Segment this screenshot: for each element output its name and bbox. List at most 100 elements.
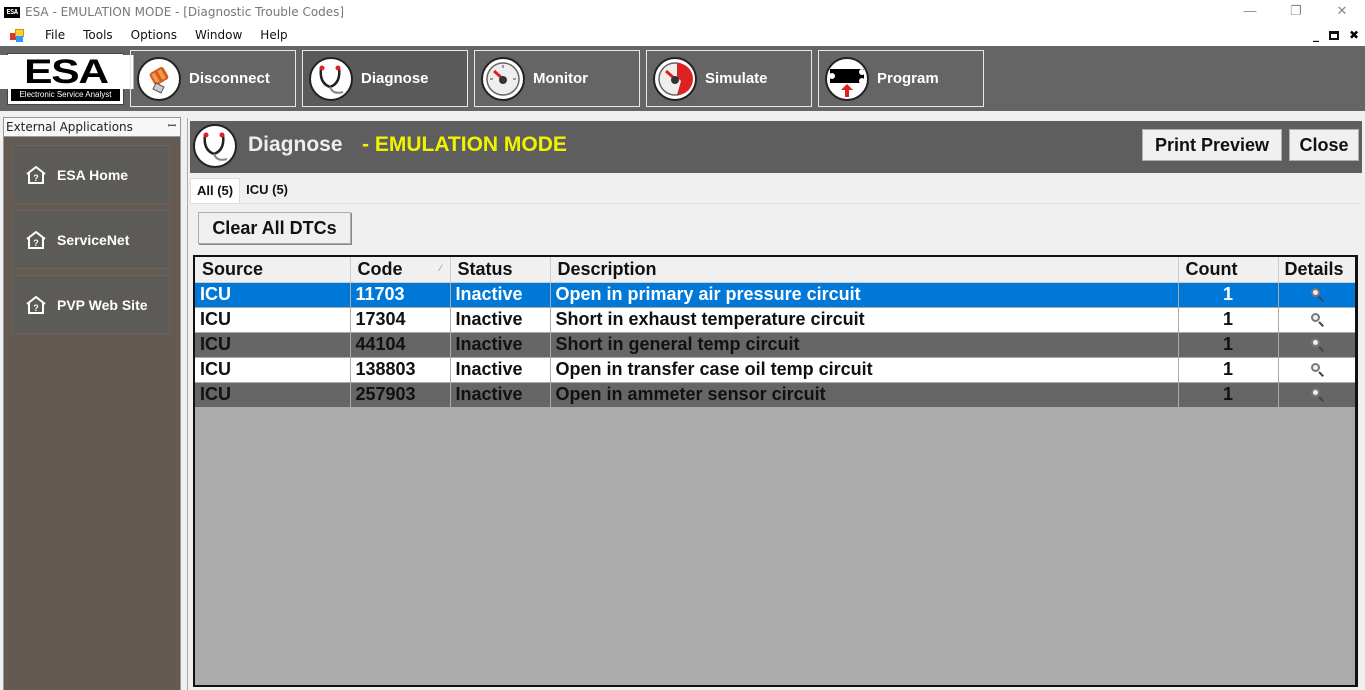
cell-source: ICU xyxy=(195,307,351,333)
main-toolbar: ESA Electronic Service Analyst Disconnec… xyxy=(0,46,1365,111)
cell-code: 11703 xyxy=(350,282,451,308)
monitor-label: Monitor xyxy=(533,70,588,87)
menu-bar: File Tools Options Window Help _ ✖ xyxy=(0,24,1365,46)
program-label: Program xyxy=(877,70,939,87)
table-header-row: Source Code ⁄ Status Description Count De… xyxy=(195,257,1355,283)
cell-source: ICU xyxy=(195,282,351,308)
program-button[interactable]: Program xyxy=(818,50,984,107)
gauge-red-icon xyxy=(653,56,697,101)
tab-all[interactable]: All (5) xyxy=(190,178,241,203)
magnifier-icon[interactable] xyxy=(1310,362,1326,378)
cell-code: 138803 xyxy=(350,357,451,383)
cell-details[interactable] xyxy=(1278,382,1355,408)
tab-divider xyxy=(190,203,1360,204)
cell-description: Short in general temp circuit xyxy=(550,332,1179,358)
sidebar-item-label: ESA Home xyxy=(57,166,129,183)
diagnose-button[interactable]: Diagnose xyxy=(302,50,468,107)
sidebar-item-label: PVP Web Site xyxy=(57,296,148,313)
simulate-button[interactable]: Simulate xyxy=(646,50,812,107)
disconnect-button[interactable]: Disconnect xyxy=(130,50,296,107)
menu-file[interactable]: File xyxy=(36,28,74,42)
gauge-icon xyxy=(481,56,525,101)
column-header-code-label: Code xyxy=(357,258,403,279)
maximize-button[interactable]: ❐ xyxy=(1273,0,1319,24)
table-row[interactable]: ICU 11703 Inactive Open in primary air p… xyxy=(195,282,1355,308)
cell-count: 1 xyxy=(1178,307,1279,333)
house-icon: ? xyxy=(26,230,46,249)
cell-description: Open in ammeter sensor circuit xyxy=(550,382,1179,408)
cell-source: ICU xyxy=(195,332,351,358)
table-row[interactable]: ICU 257903 Inactive Open in ammeter sens… xyxy=(195,382,1355,408)
column-header-count[interactable]: Count xyxy=(1178,257,1279,283)
ecu-upload-icon xyxy=(825,56,869,101)
emulation-mode-label: - EMULATION MODE xyxy=(362,133,567,156)
window-title: ESA - EMULATION MODE - [Diagnostic Troub… xyxy=(25,5,345,19)
column-header-source[interactable]: Source xyxy=(195,257,351,283)
magnifier-icon[interactable] xyxy=(1310,337,1326,353)
cell-code: 257903 xyxy=(350,382,451,408)
cell-description: Open in primary air pressure circuit xyxy=(550,282,1179,308)
cell-source: ICU xyxy=(195,357,351,383)
cell-status: Inactive xyxy=(450,332,551,358)
tab-icu[interactable]: ICU (5) xyxy=(240,178,294,202)
cell-details[interactable] xyxy=(1278,332,1355,358)
stethoscope-icon xyxy=(193,124,237,168)
mdi-minimize-button[interactable]: _ xyxy=(1313,28,1319,42)
magnifier-icon[interactable] xyxy=(1310,287,1326,303)
svg-text:?: ? xyxy=(33,173,39,183)
sort-indicator-icon: ⁄ xyxy=(439,263,442,273)
cell-details[interactable] xyxy=(1278,307,1355,333)
cell-details[interactable] xyxy=(1278,282,1355,308)
cell-count: 1 xyxy=(1178,357,1279,383)
pin-icon[interactable]: ꟷ xyxy=(168,118,176,136)
menu-tools[interactable]: Tools xyxy=(74,28,122,42)
source-tabs: All (5) ICU (5) xyxy=(190,178,294,203)
column-header-description[interactable]: Description xyxy=(550,257,1179,283)
close-window-button[interactable]: ✕ xyxy=(1319,0,1365,24)
mdi-restore-button[interactable] xyxy=(1328,30,1339,40)
print-preview-button[interactable]: Print Preview xyxy=(1142,129,1282,161)
house-icon: ? xyxy=(26,295,46,314)
cell-count: 1 xyxy=(1178,282,1279,308)
table-row[interactable]: ICU 44104 Inactive Short in general temp… xyxy=(195,332,1355,358)
cell-count: 1 xyxy=(1178,382,1279,408)
diagnose-label: Diagnose xyxy=(361,70,429,87)
cell-code: 17304 xyxy=(350,307,451,333)
cell-status: Inactive xyxy=(450,282,551,308)
svg-text:?: ? xyxy=(33,238,39,248)
clear-all-dtcs-button[interactable]: Clear All DTCs xyxy=(198,212,351,244)
diagnose-header: Diagnose - EMULATION MODE Print Preview … xyxy=(190,121,1362,173)
logo-subtitle: Electronic Service Analyst xyxy=(11,89,120,101)
menu-help[interactable]: Help xyxy=(251,28,296,42)
simulate-label: Simulate xyxy=(705,70,768,87)
table-row[interactable]: ICU 17304 Inactive Short in exhaust temp… xyxy=(195,307,1355,333)
menu-window[interactable]: Window xyxy=(186,28,251,42)
magnifier-icon[interactable] xyxy=(1310,387,1326,403)
column-header-code[interactable]: Code ⁄ xyxy=(350,257,451,283)
magnifier-icon[interactable] xyxy=(1310,312,1326,328)
close-button[interactable]: Close xyxy=(1289,129,1359,161)
minimize-button[interactable]: — xyxy=(1227,0,1273,24)
external-applications-header: External Applications ꟷ xyxy=(3,117,181,137)
mdi-close-button[interactable]: ✖ xyxy=(1349,28,1359,42)
table-row[interactable]: ICU 138803 Inactive Open in transfer cas… xyxy=(195,357,1355,383)
cell-status: Inactive xyxy=(450,357,551,383)
column-header-status[interactable]: Status xyxy=(450,257,551,283)
cell-count: 1 xyxy=(1178,332,1279,358)
menu-options[interactable]: Options xyxy=(122,28,186,42)
plug-icon xyxy=(137,56,181,101)
sidebar-item-servicenet[interactable]: ? ServiceNet xyxy=(12,210,170,269)
external-applications-title: External Applications xyxy=(6,120,133,134)
sidebar-item-esa-home[interactable]: ? ESA Home xyxy=(12,145,170,204)
cell-details[interactable] xyxy=(1278,357,1355,383)
page-title: Diagnose xyxy=(248,133,343,156)
title-bar: ESA ESA - EMULATION MODE - [Diagnostic T… xyxy=(0,0,1365,24)
monitor-button[interactable]: Monitor xyxy=(474,50,640,107)
sidebar-item-label: ServiceNet xyxy=(57,231,130,248)
column-header-details[interactable]: Details xyxy=(1278,257,1355,283)
esa-logo: ESA Electronic Service Analyst xyxy=(0,53,134,105)
cell-status: Inactive xyxy=(450,382,551,408)
mdi-child-icon[interactable] xyxy=(10,28,24,42)
sidebar-item-pvp-web-site[interactable]: ? PVP Web Site xyxy=(12,275,170,334)
stethoscope-icon xyxy=(309,56,353,101)
